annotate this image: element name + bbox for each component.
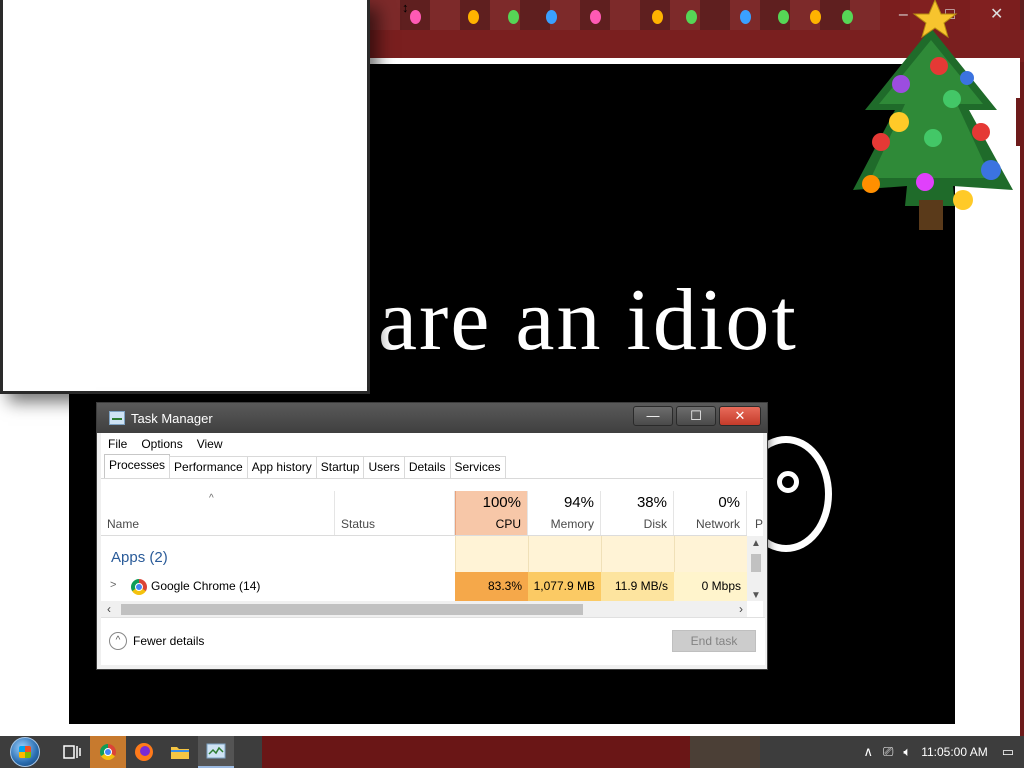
light-bulb [546, 10, 557, 24]
menu-view[interactable]: View [197, 437, 223, 451]
taskbar-task-manager[interactable] [198, 736, 234, 768]
chevron-up-circle-icon[interactable]: ^ [109, 632, 127, 650]
table-row[interactable]: > Google Chrome (14) 83.3% 1,077.9 MB 11… [101, 572, 747, 601]
file-explorer-icon [171, 747, 189, 759]
tab-users[interactable]: Users [363, 456, 405, 478]
column-header-power[interactable]: P [747, 491, 765, 535]
apps-memory-cell [528, 536, 601, 572]
taskbar-file-explorer[interactable] [162, 736, 198, 768]
group-header-apps: Apps (2) [101, 536, 747, 572]
task-manager-icon [206, 743, 226, 759]
system-tray: ∧ ⎚ 🔈︎ 11:05:00 AM ▭ [863, 736, 1024, 768]
task-manager-footer: ^ Fewer details End task [101, 617, 765, 665]
christmas-tree-icon [853, 0, 1013, 230]
scroll-up-icon[interactable]: ▲ [751, 538, 761, 549]
column-header-memory[interactable]: 94% Memory [528, 491, 601, 535]
taskbar: ∧ ⎚ 🔈︎ 11:05:00 AM ▭ [0, 736, 1024, 768]
apps-cpu-cell [455, 536, 528, 572]
scroll-right-icon[interactable]: › [739, 602, 743, 616]
smiley-eye [777, 471, 799, 493]
tab-app-history[interactable]: App history [246, 456, 317, 478]
maximize-button[interactable]: ☐ [676, 406, 716, 426]
light-bulb [740, 10, 751, 24]
close-button[interactable]: ✕ [719, 406, 761, 426]
tab-performance[interactable]: Performance [169, 456, 248, 478]
light-bulb [778, 10, 789, 24]
end-task-button[interactable]: End task [672, 630, 756, 652]
apps-disk-cell [601, 536, 674, 572]
tab-bar: Processes Performance App history Startu… [101, 454, 763, 479]
network-icon[interactable]: ⎚ [883, 744, 893, 760]
light-bulb [468, 10, 479, 24]
firefox-icon [135, 743, 153, 761]
light-bulb [810, 10, 821, 24]
chrome-icon [131, 579, 147, 595]
taskbar-firefox[interactable] [126, 736, 162, 768]
process-name: Google Chrome (14) [151, 579, 261, 593]
disk-cell: 11.9 MB/s [601, 572, 674, 601]
expand-chevron-icon[interactable]: > [110, 579, 116, 591]
start-button[interactable] [10, 737, 40, 767]
scroll-down-icon[interactable]: ▼ [751, 590, 761, 601]
light-bulb [508, 10, 519, 24]
network-cell: 0 Mbps [674, 572, 747, 601]
minimize-button[interactable]: — [633, 406, 673, 426]
page-heading: are an idiot [378, 272, 798, 369]
process-table: ^ Name Status 100% CPU 94% Memory 38% Di… [101, 491, 765, 603]
resize-cursor-icon: ↕ [402, 0, 409, 15]
column-header-disk[interactable]: 38% Disk [601, 491, 674, 535]
horizontal-scrollbar[interactable]: ‹ › [101, 601, 747, 618]
cpu-cell: 83.3% [455, 572, 528, 601]
light-bulb [686, 10, 697, 24]
task-manager-window[interactable]: Task Manager — ☐ ✕ File Options View Pro… [96, 402, 768, 670]
fewer-details-link[interactable]: Fewer details [133, 634, 204, 648]
task-manager-icon [109, 411, 125, 425]
apps-network-cell [674, 536, 747, 572]
volume-icon[interactable]: 🔈︎ [903, 744, 911, 760]
task-manager-title-bar[interactable]: Task Manager — ☐ ✕ [97, 403, 767, 433]
task-manager-body: File Options View Processes Performance … [101, 433, 765, 665]
task-view-icon [63, 745, 81, 759]
column-header-status[interactable]: Status [335, 491, 455, 535]
menu-options[interactable]: Options [141, 437, 182, 451]
clock[interactable]: 11:05:00 AM [921, 745, 988, 759]
sort-ascending-icon: ^ [209, 493, 214, 504]
column-header-cpu[interactable]: 100% CPU [455, 491, 528, 535]
tab-startup[interactable]: Startup [315, 456, 365, 478]
scrollbar-thumb[interactable] [751, 554, 761, 572]
tab-services[interactable]: Services [449, 456, 506, 478]
window-title: Task Manager [131, 410, 213, 426]
light-bulb [652, 10, 663, 24]
light-bulb [590, 10, 601, 24]
chrome-icon [100, 744, 116, 760]
column-header-name[interactable]: ^ Name [101, 491, 335, 535]
scrollbar-thumb[interactable] [121, 604, 583, 615]
action-center-icon[interactable]: ▭ [1002, 744, 1014, 760]
scroll-left-icon[interactable]: ‹ [107, 602, 111, 616]
menu-file[interactable]: File [108, 437, 127, 451]
task-manager-window-controls: — ☐ ✕ [633, 406, 761, 426]
tab-details[interactable]: Details [403, 456, 451, 478]
show-hidden-icons-icon[interactable]: ∧ [863, 744, 873, 760]
light-bulb [410, 10, 421, 24]
memory-cell: 1,077.9 MB [528, 572, 601, 601]
blank-popup-window[interactable] [0, 0, 370, 394]
tab-processes[interactable]: Processes [104, 454, 171, 478]
taskbar-chrome[interactable] [90, 736, 126, 768]
vertical-scrollbar[interactable]: ▲ ▼ [747, 536, 765, 601]
task-view-button[interactable] [54, 736, 90, 768]
column-header-network[interactable]: 0% Network [674, 491, 747, 535]
menu-bar: File Options View [101, 433, 763, 455]
